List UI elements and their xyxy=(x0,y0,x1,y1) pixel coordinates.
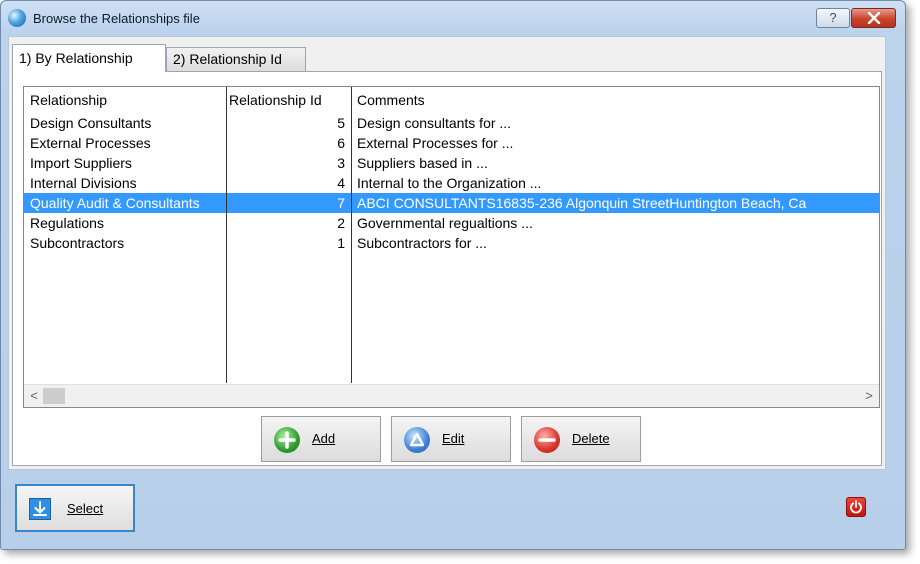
cell-relationship: Internal Divisions xyxy=(30,175,137,191)
download-arrow-icon xyxy=(29,498,51,520)
window-title: Browse the Relationships file xyxy=(33,11,200,26)
title-bar[interactable]: Browse the Relationships file ? xyxy=(1,1,905,37)
table-row[interactable]: Design Consultants 5 Design consultants … xyxy=(24,113,879,133)
table-row[interactable]: Regulations 2 Governmental regualtions .… xyxy=(24,213,879,233)
close-icon xyxy=(867,12,881,24)
tab-by-relationship[interactable]: 1) By Relationship xyxy=(12,44,166,72)
add-button-label: Add xyxy=(312,431,336,446)
horizontal-scrollbar[interactable]: < > xyxy=(24,384,879,407)
cell-id: 7 xyxy=(337,195,345,211)
column-divider[interactable] xyxy=(351,87,352,383)
cell-id: 1 xyxy=(337,235,345,251)
scroll-left-button[interactable]: < xyxy=(26,387,42,405)
cell-relationship: Regulations xyxy=(30,215,104,231)
cell-comments: Design consultants for ... xyxy=(357,115,512,131)
cell-comments: Subcontractors for ... xyxy=(357,235,487,251)
table-row-selected[interactable]: Quality Audit & Consultants 7 ABCI CONSU… xyxy=(24,193,879,213)
delete-icon xyxy=(534,427,560,453)
add-button[interactable]: Add xyxy=(261,416,381,462)
table-row[interactable]: Internal Divisions 4 Internal to the Org… xyxy=(24,173,879,193)
cell-relationship: Quality Audit & Consultants xyxy=(30,195,200,211)
column-divider[interactable] xyxy=(226,87,227,383)
delete-button-label: Delete xyxy=(572,431,610,446)
table-row[interactable]: Import Suppliers 3 Suppliers based in ..… xyxy=(24,153,879,173)
cell-id: 4 xyxy=(337,175,345,191)
cell-relationship: Subcontractors xyxy=(30,235,125,251)
cell-comments: Internal to the Organization ... xyxy=(357,175,542,191)
table-row[interactable]: External Processes 6 External Processes … xyxy=(24,133,879,153)
cell-comments: Governmental regualtions ... xyxy=(357,215,533,231)
close-button[interactable] xyxy=(851,8,896,28)
power-icon xyxy=(850,500,862,514)
cell-id: 5 xyxy=(337,115,345,131)
cell-relationship: Import Suppliers xyxy=(30,155,132,171)
cell-id: 3 xyxy=(337,155,345,171)
edit-button-label: Edit xyxy=(442,431,465,446)
cell-relationship: Design Consultants xyxy=(30,115,152,131)
cell-id: 2 xyxy=(337,215,345,231)
edit-icon xyxy=(404,427,430,453)
power-exit-button[interactable] xyxy=(846,497,866,517)
column-header-relationship[interactable]: Relationship xyxy=(30,92,107,108)
edit-button[interactable]: Edit xyxy=(391,416,511,462)
cell-id: 6 xyxy=(337,135,345,151)
tab-relationship-id[interactable]: 2) Relationship Id xyxy=(166,47,306,71)
app-globe-icon xyxy=(8,9,26,27)
relationships-grid[interactable]: Relationship Relationship Id Comments De… xyxy=(23,86,880,408)
column-header-comments[interactable]: Comments xyxy=(357,92,425,108)
table-row[interactable]: Subcontractors 1 Subcontractors for ... xyxy=(24,233,879,253)
select-button-label: Select xyxy=(67,501,104,516)
delete-button[interactable]: Delete xyxy=(521,416,641,462)
cell-comments: External Processes for ... xyxy=(357,135,514,151)
cell-relationship: External Processes xyxy=(30,135,151,151)
scrollbar-thumb[interactable] xyxy=(43,388,65,404)
cell-comments: ABCI CONSULTANTS16835-236 Algonquin Stre… xyxy=(357,195,807,211)
column-header-relationship-id[interactable]: Relationship Id xyxy=(229,92,322,108)
help-button[interactable]: ? xyxy=(816,8,850,28)
select-button[interactable]: Select xyxy=(15,484,135,532)
add-icon xyxy=(274,427,300,453)
scroll-right-button[interactable]: > xyxy=(861,387,877,405)
cell-comments: Suppliers based in ... xyxy=(357,155,488,171)
